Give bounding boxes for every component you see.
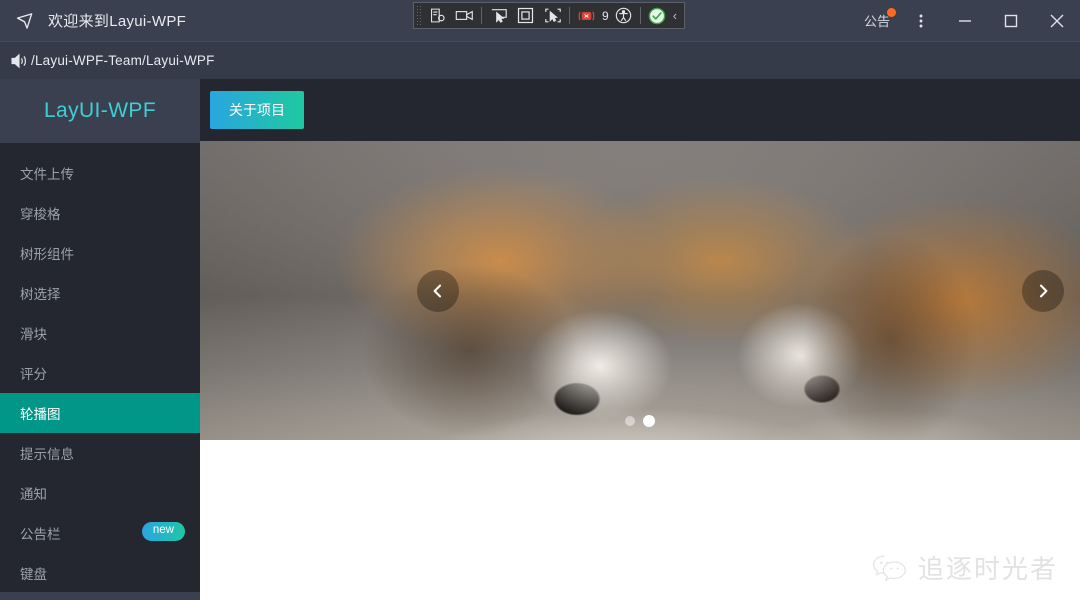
sidebar-item-transfer[interactable]: 穿梭格 bbox=[0, 193, 200, 233]
cursor-screen-icon[interactable] bbox=[486, 5, 511, 27]
toolbar-separator bbox=[569, 7, 570, 24]
sidebar-item-announcement[interactable]: 公告栏 new bbox=[0, 513, 200, 553]
sidebar-item-tips[interactable]: 提示信息 bbox=[0, 433, 200, 473]
carousel-next-button[interactable] bbox=[1022, 270, 1064, 312]
sidebar: LayUI-WPF 文件上传 穿梭格 树形组件 树选择 滑块 评分 轮播图 提示… bbox=[0, 79, 200, 600]
sidebar-item-tree[interactable]: 树形组件 bbox=[0, 233, 200, 273]
toolbar-separator bbox=[639, 7, 641, 24]
window-title: 欢迎来到Layui-WPF bbox=[48, 13, 187, 30]
sidebar-item-label: 键盘 bbox=[20, 567, 47, 582]
sidebar-item-rate[interactable]: 评分 bbox=[0, 353, 200, 393]
cursor-capture-icon[interactable] bbox=[540, 5, 565, 27]
sidebar-item-label: 轮播图 bbox=[20, 407, 61, 422]
sidebar-item-tree-select[interactable]: 树选择 bbox=[0, 273, 200, 313]
stop-record-icon[interactable] bbox=[574, 5, 599, 27]
drag-grip[interactable] bbox=[416, 5, 423, 26]
brand-title: LayUI-WPF bbox=[43, 99, 157, 122]
region-select-icon[interactable] bbox=[513, 5, 538, 27]
sidebar-item-slider[interactable]: 滑块 bbox=[0, 313, 200, 353]
sidebar-item-label: 公告栏 bbox=[20, 527, 61, 542]
toolbar-separator bbox=[481, 7, 482, 24]
announcement-label: 公告 bbox=[863, 14, 890, 29]
brand-header: LayUI-WPF bbox=[0, 79, 200, 143]
sidebar-item-label: 树形组件 bbox=[20, 247, 74, 262]
check-circle-icon[interactable] bbox=[645, 5, 670, 27]
window-controls: 公告 bbox=[854, 0, 1080, 41]
announcement-button[interactable]: 公告 bbox=[854, 0, 900, 41]
repo-path-bar: /Layui-WPF-Team/Layui-WPF bbox=[0, 41, 1080, 79]
repo-path-text: /Layui-WPF-Team/Layui-WPF bbox=[31, 53, 215, 68]
paper-plane-icon bbox=[14, 10, 36, 32]
carousel-prev-button[interactable] bbox=[417, 270, 459, 312]
main-toolbar: 关于项目 bbox=[200, 79, 1080, 141]
accessibility-icon[interactable] bbox=[611, 5, 636, 27]
speaker-icon[interactable] bbox=[10, 52, 29, 70]
close-icon[interactable] bbox=[1034, 0, 1080, 41]
carousel[interactable] bbox=[200, 141, 1080, 440]
sidebar-item-keyboard[interactable]: 键盘 bbox=[0, 553, 200, 593]
sidebar-menu: 文件上传 穿梭格 树形组件 树选择 滑块 评分 轮播图 提示信息 通知 公告栏 … bbox=[0, 143, 200, 593]
sidebar-item-label: 提示信息 bbox=[20, 447, 74, 462]
sidebar-item-label: 通知 bbox=[20, 487, 47, 502]
sidebar-item-notification[interactable]: 通知 bbox=[0, 473, 200, 513]
kebab-menu-icon[interactable] bbox=[900, 0, 942, 41]
app-window: 欢迎来到Layui-WPF 公告 9 ‹ /Layui-WPF-Team/Lay… bbox=[0, 0, 1080, 600]
sidebar-item-file-upload[interactable]: 文件上传 bbox=[0, 153, 200, 193]
about-project-button[interactable]: 关于项目 bbox=[210, 91, 304, 129]
camcorder-icon[interactable] bbox=[452, 5, 477, 27]
notification-dot bbox=[887, 8, 896, 17]
watermark-text: 追逐时光者 bbox=[917, 554, 1058, 584]
carousel-dot-1[interactable] bbox=[625, 416, 635, 426]
sidebar-footer bbox=[0, 592, 200, 600]
new-badge: new bbox=[141, 522, 185, 541]
record-settings-icon[interactable] bbox=[425, 5, 450, 27]
sidebar-item-carousel[interactable]: 轮播图 bbox=[0, 393, 200, 433]
sidebar-item-label: 评分 bbox=[20, 367, 47, 382]
chevron-left-icon[interactable]: ‹ bbox=[672, 8, 680, 23]
watermark: 追逐时光者 bbox=[871, 549, 1058, 586]
maximize-icon[interactable] bbox=[988, 0, 1034, 41]
carousel-dot-2[interactable] bbox=[643, 415, 655, 427]
wechat-icon bbox=[871, 553, 909, 583]
screen-capture-toolbar: 9 ‹ bbox=[413, 2, 686, 29]
sidebar-item-label: 文件上传 bbox=[20, 167, 74, 182]
sidebar-item-label: 树选择 bbox=[20, 287, 61, 302]
sidebar-item-label: 滑块 bbox=[20, 327, 47, 342]
carousel-dots bbox=[200, 415, 1080, 427]
slide-vignette bbox=[200, 141, 1080, 440]
sidebar-item-label: 穿梭格 bbox=[20, 207, 61, 222]
capture-count: 9 bbox=[602, 8, 609, 23]
main-content: 关于项目 bbox=[200, 79, 1080, 600]
minimize-icon[interactable] bbox=[942, 0, 988, 41]
